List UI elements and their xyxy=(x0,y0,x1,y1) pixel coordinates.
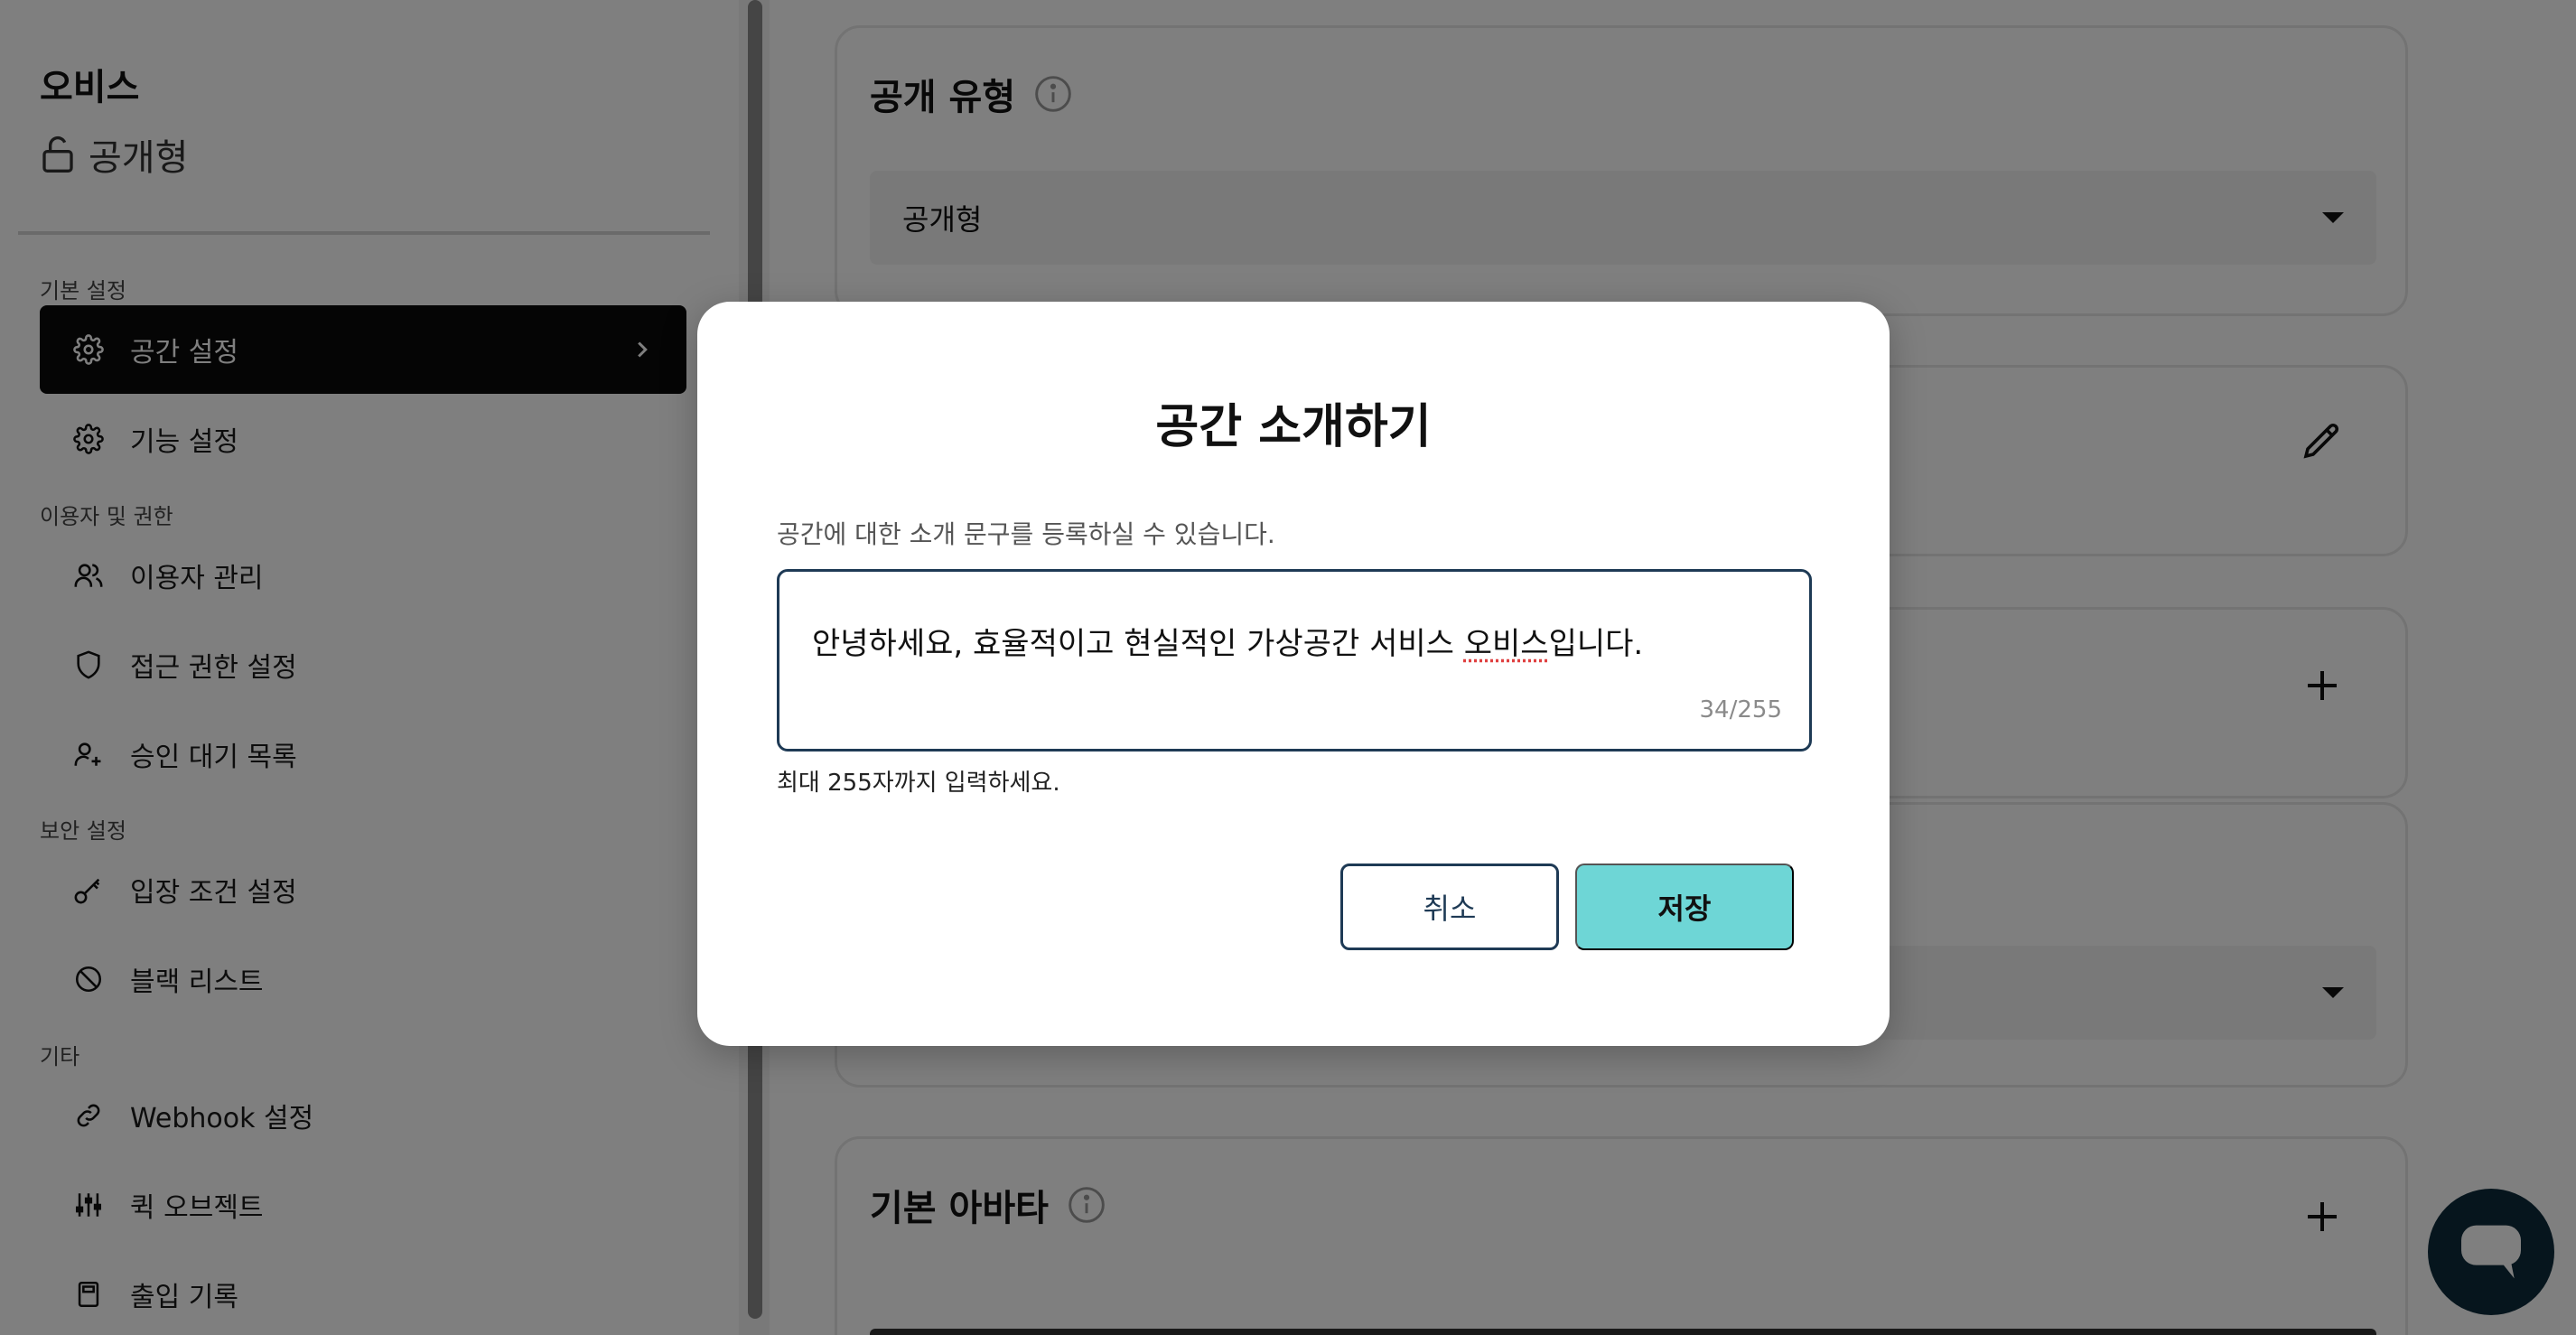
spellcheck-flagged-word: 오비스 xyxy=(1463,626,1549,662)
cancel-button[interactable]: 취소 xyxy=(1340,864,1559,950)
space-intro-modal: 공간 소개하기 공간에 대한 소개 문구를 등록하실 수 있습니다. 안녕하세요… xyxy=(697,302,1890,1046)
char-counter: 34/255 xyxy=(1699,696,1782,724)
modal-description: 공간에 대한 소개 문구를 등록하실 수 있습니다. xyxy=(777,519,1275,549)
intro-textarea[interactable]: 안녕하세요, 효율적이고 현실적인 가상공간 서비스 오비스입니다. 34/25… xyxy=(777,569,1812,752)
intro-textarea-value: 안녕하세요, 효율적이고 현실적인 가상공간 서비스 오비스입니다. xyxy=(812,626,1644,662)
modal-title: 공간 소개하기 xyxy=(1155,400,1432,454)
helper-text: 최대 255자까지 입력하세요. xyxy=(777,770,1060,797)
save-button[interactable]: 저장 xyxy=(1575,864,1794,950)
